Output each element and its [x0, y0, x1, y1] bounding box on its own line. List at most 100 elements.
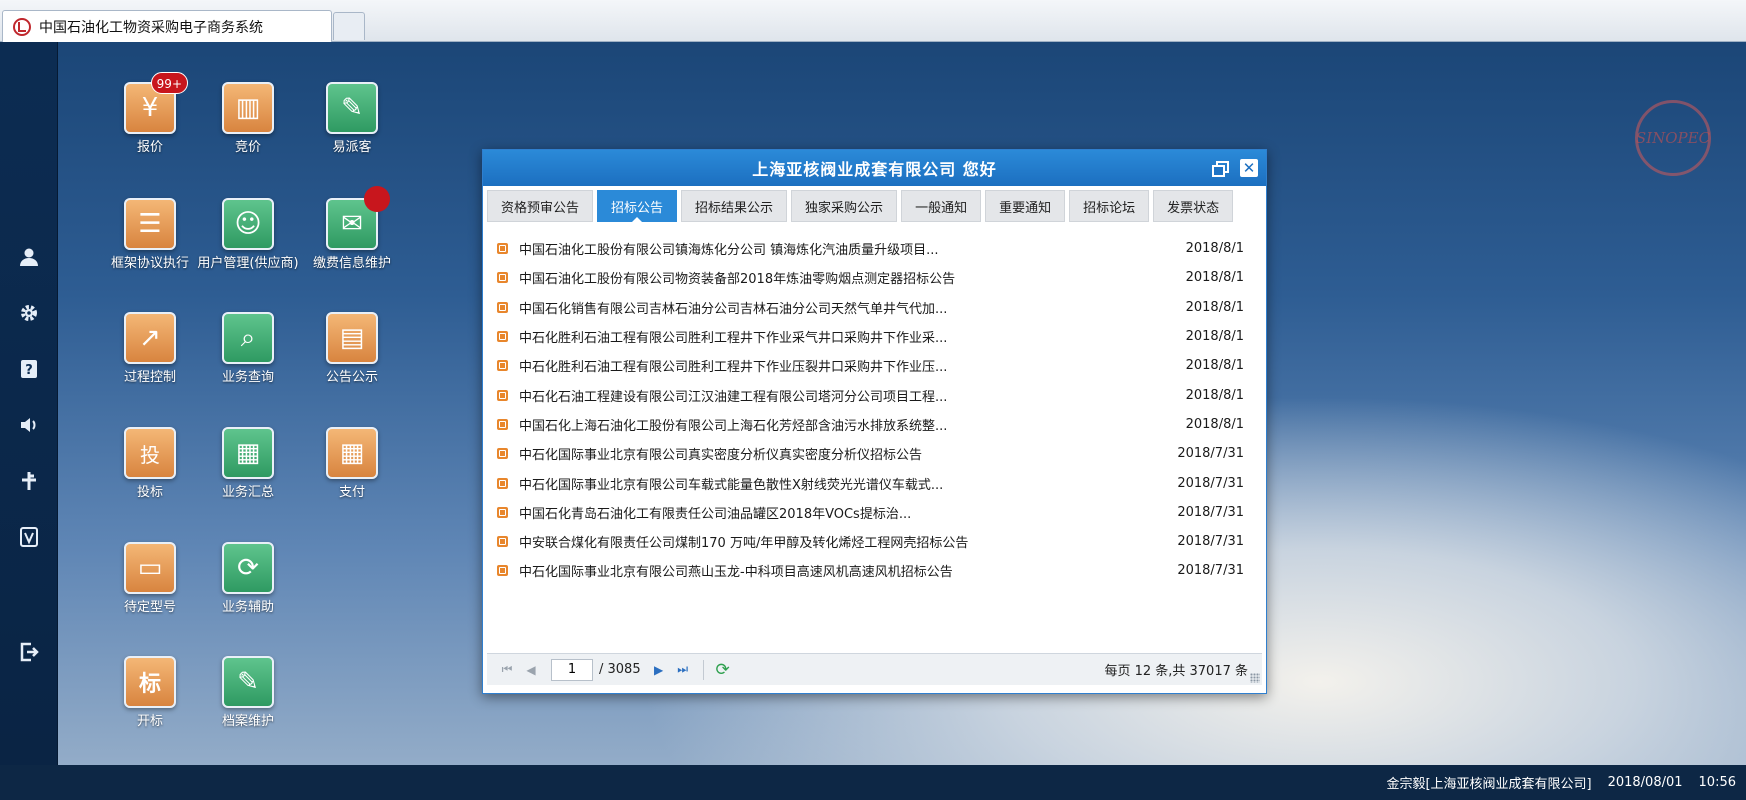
list-item[interactable]: 中石化胜利石油工程有限公司胜利工程井下作业采气井口采购井下作业采... 2018/…	[497, 322, 1244, 351]
notice-bullet-icon	[497, 301, 508, 313]
list-item[interactable]: 中石化石油工程建设有限公司江汉油建工程有限公司塔河分公司项目工程... 2018/…	[497, 380, 1244, 409]
app-payment-info[interactable]: ✉ 缴费信息维护	[300, 186, 404, 272]
notice-title[interactable]: 中石化国际事业北京有限公司燕山玉龙-中科项目高速风机高速风机招标公告	[519, 561, 1164, 580]
list-item[interactable]: 中国石化上海石油化工股份有限公司上海石化芳烃部含油污水排放系统整... 2018/…	[497, 410, 1244, 439]
quote-icon: ¥ 99+	[124, 72, 188, 134]
prev-page-icon[interactable]: ◀	[519, 659, 543, 681]
close-icon[interactable]: ✕	[1240, 159, 1258, 177]
notice-title[interactable]: 中石化国际事业北京有限公司车载式能量色散性X射线荧光光谱仪车载式...	[519, 474, 1164, 493]
app-tender[interactable]: 投 投标	[98, 427, 202, 501]
tab-prequalification[interactable]: 资格预审公告	[487, 190, 594, 222]
logout-icon[interactable]	[17, 640, 41, 664]
app-payment[interactable]: ▦ 支付	[300, 427, 404, 501]
list-item[interactable]: 中石化胜利石油工程有限公司胜利工程井下作业压裂井口采购井下作业压... 2018/…	[497, 351, 1244, 380]
list-item[interactable]: 中国石油化工股份有限公司物资装备部2018年炼油零购烟点测定器招标公告 2018/…	[497, 263, 1244, 292]
app-label: 框架协议执行	[110, 256, 189, 271]
list-item[interactable]: 中国石化销售有限公司吉林石油分公司吉林石油分公司天然气单井气代加... 2018/…	[497, 293, 1244, 322]
notice-date: 2018/8/1	[1185, 299, 1244, 315]
tab-tender-forum[interactable]: 招标论坛	[1069, 190, 1150, 222]
notice-title[interactable]: 中安联合煤化有限责任公司煤制170 万吨/年甲醇及转化烯烃工程网壳招标公告	[519, 532, 1164, 551]
app-bid-opening[interactable]: 标 开标	[98, 656, 202, 730]
left-sidebar: ?	[0, 42, 58, 765]
process-control-icon: ↗	[124, 312, 176, 364]
notice-title[interactable]: 中国石化销售有限公司吉林石油分公司吉林石油分公司天然气单井气代加...	[519, 298, 1164, 317]
app-quote[interactable]: ¥ 99+ 报价	[98, 72, 202, 156]
notice-bullet-icon	[497, 448, 508, 460]
app-archive[interactable]: ✎ 档案维护	[196, 656, 300, 730]
list-item[interactable]: 中石化国际事业北京有限公司燕山玉龙-中科项目高速风机高速风机招标公告 2018/7…	[497, 556, 1244, 585]
app-bidding[interactable]: ▥ 竞价	[196, 82, 300, 156]
app-business-query[interactable]: ⌕ 业务查询	[196, 312, 300, 386]
notice-date: 2018/8/1	[1185, 358, 1244, 374]
tab-important-notice[interactable]: 重要通知	[985, 190, 1066, 222]
notice-title[interactable]: 中国石油化工股份有限公司物资装备部2018年炼油零购烟点测定器招标公告	[519, 268, 1164, 287]
notice-title[interactable]: 中石化石油工程建设有限公司江汉油建工程有限公司塔河分公司项目工程...	[519, 386, 1164, 405]
app-business-assist[interactable]: ⟳ 业务辅助	[196, 542, 300, 616]
notice-title[interactable]: 中石化胜利石油工程有限公司胜利工程井下作业采气井口采购井下作业采...	[519, 327, 1164, 346]
app-pending-model[interactable]: ▭ 待定型号	[98, 542, 202, 616]
notice-title[interactable]: 中国石化青岛石油化工有限责任公司油品罐区2018年VOCs提标治...	[519, 503, 1164, 522]
gear-icon[interactable]	[17, 301, 41, 325]
list-item[interactable]: 中石化国际事业北京有限公司真实密度分析仪真实密度分析仪招标公告 2018/7/31	[497, 439, 1244, 468]
window-title-bar[interactable]: 上海亚核阀业成套有限公司 您好 ✕	[483, 150, 1266, 186]
app-label: 易派客	[332, 140, 372, 155]
app-label: 投标	[136, 485, 163, 500]
bid-opening-icon: 标	[124, 656, 176, 708]
help-icon[interactable]: ?	[17, 357, 41, 381]
status-date: 2018/08/01	[1607, 775, 1683, 790]
next-page-icon[interactable]: ▶	[647, 659, 671, 681]
first-page-icon[interactable]: ⏮	[495, 659, 519, 681]
notice-title[interactable]: 中国石油化工股份有限公司镇海炼化分公司 镇海炼化汽油质量升级项目...	[519, 239, 1164, 258]
app-label: 缴费信息维护	[312, 256, 391, 271]
list-item[interactable]: 中石化国际事业北京有限公司车载式能量色散性X射线荧光光谱仪车载式... 2018/…	[497, 468, 1244, 497]
notification-dot	[364, 186, 390, 212]
app-label: 过程控制	[123, 370, 176, 385]
notice-title[interactable]: 中国石化上海石油化工股份有限公司上海石化芳烃部含油污水排放系统整...	[519, 415, 1164, 434]
app-user-management[interactable]: ☺ 用户管理(供应商)	[196, 198, 300, 272]
user-icon[interactable]	[17, 245, 41, 269]
notice-date: 2018/7/31	[1177, 475, 1244, 491]
app-label: 用户管理(供应商)	[197, 256, 299, 271]
notice-window: 上海亚核阀业成套有限公司 您好 ✕ 资格预审公告 招标公告 招标结果公示 独家采…	[482, 149, 1267, 694]
logo-text: SINOPEC	[1635, 129, 1711, 147]
app-label: 公告公示	[325, 370, 378, 385]
app-label: 开标	[136, 714, 163, 729]
browser-tab[interactable]: 中国石油化工物资采购电子商务系统	[2, 10, 332, 42]
restore-icon[interactable]	[1212, 160, 1229, 177]
resize-grip-icon[interactable]	[1250, 673, 1260, 683]
notice-title[interactable]: 中石化胜利石油工程有限公司胜利工程井下作业压裂井口采购井下作业压...	[519, 356, 1164, 375]
pager-divider	[702, 659, 704, 680]
version-icon[interactable]	[17, 525, 41, 549]
notice-tabs: 资格预审公告 招标公告 招标结果公示 独家采购公示 一般通知 重要通知 招标论坛…	[487, 190, 1262, 224]
last-page-icon[interactable]: ⏭	[671, 659, 695, 681]
notice-title[interactable]: 中石化国际事业北京有限公司真实密度分析仪真实密度分析仪招标公告	[519, 444, 1164, 463]
app-label: 支付	[338, 485, 365, 500]
svg-text:?: ?	[25, 363, 33, 378]
tab-tender-result[interactable]: 招标结果公示	[681, 190, 788, 222]
notice-bullet-icon	[497, 331, 508, 343]
pin-icon[interactable]	[17, 469, 41, 493]
list-item[interactable]: 中国石化青岛石油化工有限责任公司油品罐区2018年VOCs提标治... 2018/…	[497, 498, 1244, 527]
notice-date: 2018/8/1	[1185, 416, 1244, 432]
notice-bullet-icon	[497, 243, 508, 255]
list-item[interactable]: 中国石油化工股份有限公司镇海炼化分公司 镇海炼化汽油质量升级项目... 2018/…	[497, 234, 1244, 263]
page-number-input[interactable]	[551, 658, 593, 681]
notice-list: 中国石油化工股份有限公司镇海炼化分公司 镇海炼化汽油质量升级项目... 2018/…	[497, 234, 1244, 586]
list-item[interactable]: 中安联合煤化有限责任公司煤制170 万吨/年甲醇及转化烯烃工程网壳招标公告 201…	[497, 527, 1244, 556]
tab-tender-notice[interactable]: 招标公告	[597, 190, 678, 222]
notice-bullet-icon	[497, 565, 508, 577]
notice-date: 2018/7/31	[1177, 504, 1244, 520]
speaker-icon[interactable]	[17, 413, 41, 437]
app-label: 业务辅助	[221, 600, 274, 615]
refresh-icon[interactable]: ⟳	[712, 660, 734, 680]
new-tab-button[interactable]	[333, 12, 365, 40]
app-announcement[interactable]: ▤ 公告公示	[300, 312, 404, 386]
app-framework-agreement[interactable]: ☰ 框架协议执行	[98, 198, 202, 272]
tab-sole-source[interactable]: 独家采购公示	[791, 190, 898, 222]
tab-general-notice[interactable]: 一般通知	[901, 190, 982, 222]
app-label: 业务查询	[221, 370, 274, 385]
app-epaike[interactable]: ✎ 易派客	[300, 82, 404, 156]
tab-invoice-status[interactable]: 发票状态	[1153, 190, 1234, 222]
app-business-summary[interactable]: ▦ 业务汇总	[196, 427, 300, 501]
app-process-control[interactable]: ↗ 过程控制	[98, 312, 202, 386]
